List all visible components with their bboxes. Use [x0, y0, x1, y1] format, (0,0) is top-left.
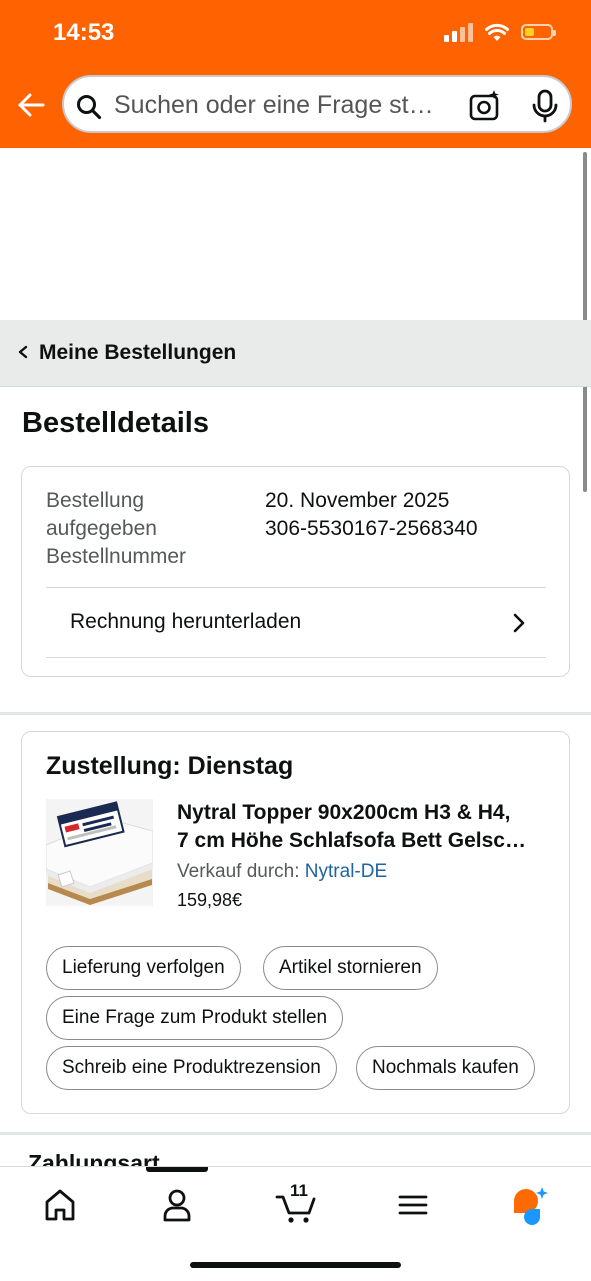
write-review-button[interactable]: Schreib eine Produktrezension	[46, 1046, 337, 1090]
product-title-line2[interactable]: 7 cm Höhe Schlafsofa Bett Gelsc…	[177, 827, 547, 855]
chevron-left-icon	[18, 345, 28, 359]
rufus-ai-assistant-icon[interactable]	[510, 1185, 550, 1225]
order-summary-card: Bestellung aufgegeben Bestellnummer 20. …	[21, 466, 570, 677]
status-time: 14:53	[53, 19, 115, 46]
breadcrumb[interactable]: Meine Bestellungen	[0, 320, 591, 387]
delivery-status: Zustellung: Dienstag	[46, 752, 294, 780]
cellular-signal-icon	[444, 22, 473, 42]
home-icon[interactable]	[40, 1185, 80, 1225]
product-title-line1[interactable]: Nytral Topper 90x200cm H3 & H4,	[177, 801, 510, 824]
order-placed-label-2: aufgegeben	[46, 517, 157, 540]
order-placed-label: Bestellung	[46, 489, 145, 512]
breadcrumb-label[interactable]: Meine Bestellungen	[39, 341, 236, 365]
order-number: 306-5530167-2568340	[265, 517, 478, 540]
product-image[interactable]	[46, 799, 153, 906]
section-separator	[0, 712, 591, 715]
buy-again-button[interactable]: Nochmals kaufen	[356, 1046, 535, 1090]
download-invoice-row[interactable]: Rechnung herunterladen	[46, 588, 546, 658]
app-header: 14:53 Suchen oder eine Frage st…	[0, 0, 591, 148]
page-title: Bestelldetails	[22, 407, 209, 439]
search-icon	[77, 95, 102, 120]
product-price: 159,98€	[177, 890, 243, 910]
home-indicator	[190, 1262, 401, 1268]
ask-product-question-button[interactable]: Eine Frage zum Produkt stellen	[46, 996, 344, 1040]
wifi-icon	[485, 23, 509, 41]
chevron-right-icon	[513, 613, 525, 633]
order-values: 20. November 2025 306-5530167-2568340	[265, 487, 478, 543]
menu-icon[interactable]	[393, 1185, 433, 1225]
order-number-label: Bestellnummer	[46, 545, 187, 568]
cancel-item-button[interactable]: Artikel stornieren	[263, 946, 438, 990]
active-tab-indicator	[146, 1167, 208, 1172]
order-labels: Bestellung aufgegeben Bestellnummer	[46, 487, 186, 571]
track-package-button[interactable]: Lieferung verfolgen	[46, 946, 241, 990]
shipment-card: Zustellung: Dienstag Nytral Topper 90x20…	[21, 731, 570, 1114]
battery-icon	[521, 24, 556, 40]
status-icons	[444, 22, 556, 42]
search-input[interactable]: Suchen oder eine Frage st…	[114, 89, 450, 121]
back-arrow-icon[interactable]	[16, 90, 46, 120]
seller-prefix: Verkauf durch:	[177, 861, 305, 882]
section-separator	[0, 1132, 591, 1135]
product-title[interactable]: Nytral Topper 90x200cm H3 & H4, 7 cm Höh…	[177, 799, 547, 855]
seller-link[interactable]: Nytral-DE	[305, 861, 387, 882]
account-icon[interactable]	[157, 1185, 197, 1225]
order-date: 20. November 2025	[265, 489, 450, 512]
microphone-icon[interactable]	[530, 89, 560, 123]
search-bar[interactable]: Suchen oder eine Frage st…	[62, 75, 572, 133]
divider	[46, 657, 546, 658]
seller-info: Verkauf durch: Nytral-DE	[177, 861, 387, 883]
camera-search-icon[interactable]	[468, 89, 502, 123]
download-invoice-label[interactable]: Rechnung herunterladen	[70, 610, 301, 634]
cart-count-badge: 11	[290, 1181, 308, 1200]
